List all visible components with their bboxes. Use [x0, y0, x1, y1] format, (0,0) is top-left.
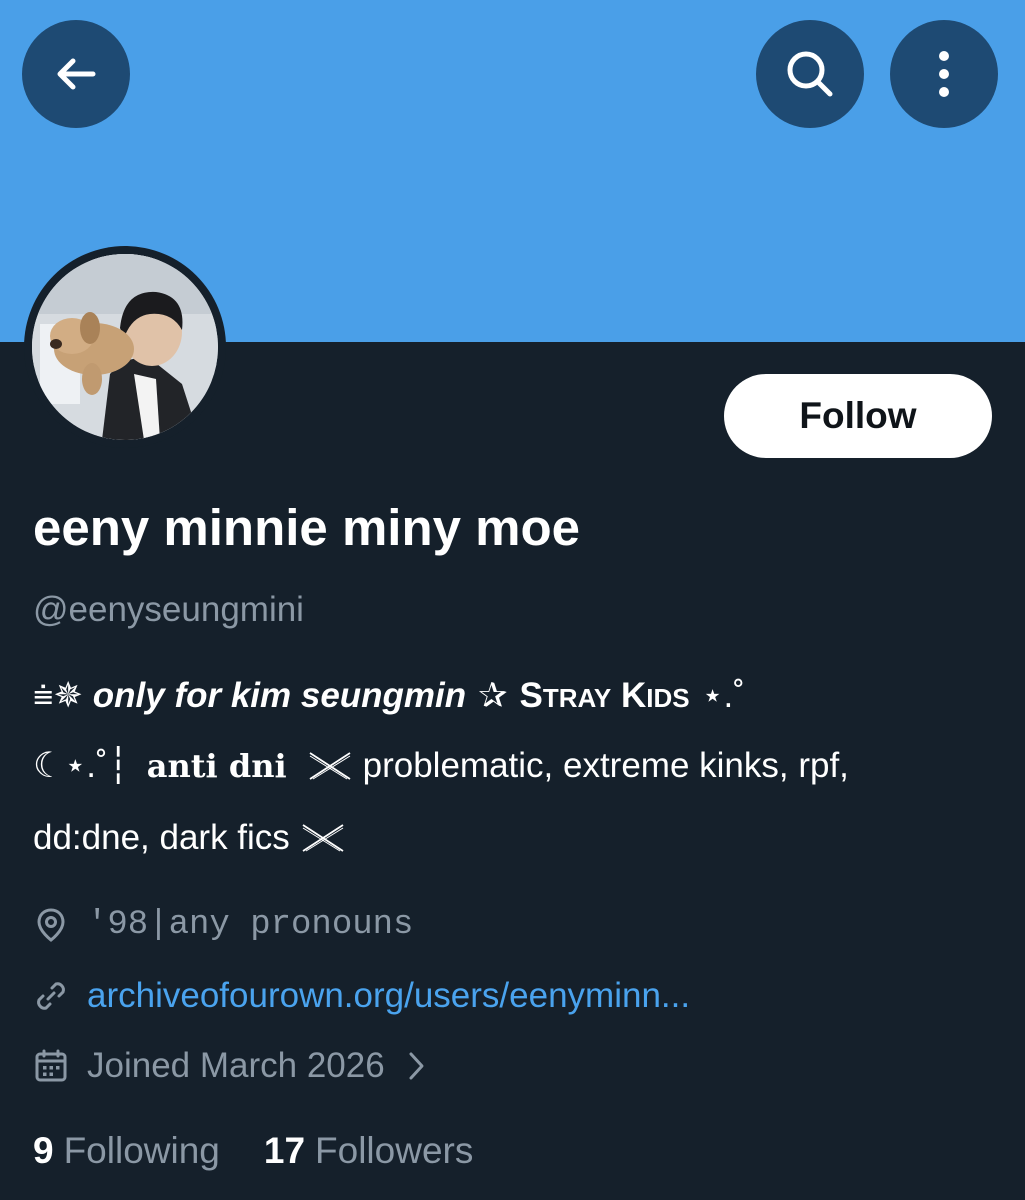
profile-avatar[interactable]	[24, 246, 226, 448]
more-options-button[interactable]	[890, 20, 998, 128]
followers-count: 17	[263, 1130, 306, 1171]
following-count: 9	[33, 1130, 54, 1171]
stray-kids-text: STRAY KIDS	[519, 676, 690, 715]
crossed-swords-icon	[302, 824, 344, 852]
website-link[interactable]: archiveofourown.org/users/eenyminn...	[87, 976, 690, 1016]
bio-line-3: dd:dne, dark fics	[33, 818, 356, 858]
location-row: '98|any pronouns	[33, 906, 413, 944]
joined-text: Joined March 2026	[87, 1046, 385, 1085]
back-button[interactable]	[22, 20, 130, 128]
chevron-right-icon	[409, 1052, 424, 1080]
bio-line-3-text: dd:dne, dark fics	[33, 818, 290, 857]
star-outline-icon: ✰	[478, 676, 508, 715]
follow-stats: 9 Following 17 Followers	[33, 1130, 473, 1172]
moon-star-glyph: ☾⋆.˚┆	[33, 746, 129, 785]
calendar-icon	[35, 1049, 67, 1082]
joined-row[interactable]: Joined March 2026	[33, 1046, 427, 1086]
avatar-photo	[32, 254, 218, 440]
search-icon	[787, 51, 833, 97]
following-link[interactable]: 9 Following	[33, 1130, 220, 1172]
bio-line-2-text: problematic, extreme kinks, rpf,	[362, 746, 849, 785]
followers-link[interactable]: 17 Followers	[264, 1130, 473, 1172]
followers-label: Followers	[315, 1130, 474, 1171]
arrow-left-icon	[57, 58, 96, 90]
location-text: '98|any pronouns	[87, 906, 414, 944]
display-name: eeny minnie miny moe	[33, 499, 581, 556]
crossed-swords-icon	[309, 752, 351, 780]
anti-dni-text: anti dni	[146, 747, 287, 785]
location-pin-icon	[37, 908, 65, 942]
bio-suffix-glyph: ⋆.˚	[701, 676, 745, 715]
more-vertical-icon	[939, 51, 949, 97]
search-button[interactable]	[756, 20, 864, 128]
bio-prefix-glyph: ⩧✵	[33, 676, 83, 715]
follow-button[interactable]: Follow	[724, 374, 992, 458]
website-row: archiveofourown.org/users/eenyminn...	[33, 976, 690, 1016]
link-icon	[37, 982, 65, 1010]
bio-line-2: ☾⋆.˚┆ anti dni problematic, extreme kink…	[33, 746, 849, 786]
username-handle: @eenyseungmini	[33, 590, 304, 629]
bio-italic-text: only for kim seungmin	[92, 676, 467, 715]
bio-line-1: ⩧✵ only for kim seungmin ✰ STRAY KIDS ⋆.…	[33, 676, 755, 716]
following-label: Following	[63, 1130, 220, 1171]
